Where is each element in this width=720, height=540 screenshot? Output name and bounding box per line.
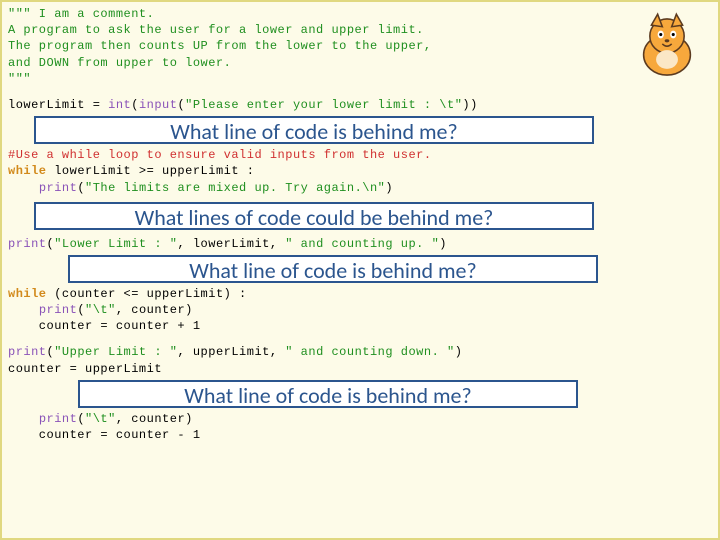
code-docstring: The program then counts UP from the lowe… [8, 38, 712, 54]
code-comment: #Use a while loop to ensure valid inputs… [8, 147, 712, 163]
question-box-1: What line of code is behind me? [34, 116, 594, 144]
code-docstring: """ [8, 71, 712, 87]
code-line: print("Upper Limit : ", upperLimit, " an… [8, 344, 712, 360]
code-line: counter = counter - 1 [8, 427, 712, 443]
code-line: counter = counter + 1 [8, 318, 712, 334]
question-box-2: What lines of code could be behind me? [34, 202, 594, 230]
code-line: lowerLimit = int(input("Please enter you… [8, 97, 712, 113]
question-box-4: What line of code is behind me? [78, 380, 578, 408]
scratch-cat-icon [628, 8, 706, 86]
code-docstring: and DOWN from upper to lower. [8, 55, 712, 71]
code-line: print("The limits are mixed up. Try agai… [8, 180, 712, 196]
question-box-3: What line of code is behind me? [68, 255, 598, 283]
code-line: print("\t", counter) [8, 302, 712, 318]
code-docstring: """ I am a comment. [8, 6, 712, 22]
code-line: print("\t", counter) [8, 411, 712, 427]
code-line: print("Lower Limit : ", lowerLimit, " an… [8, 236, 712, 252]
code-line: counter = upperLimit [8, 361, 712, 377]
code-docstring: A program to ask the user for a lower an… [8, 22, 712, 38]
code-line: while (counter <= upperLimit) : [8, 286, 712, 302]
code-line: while lowerLimit >= upperLimit : [8, 163, 712, 179]
